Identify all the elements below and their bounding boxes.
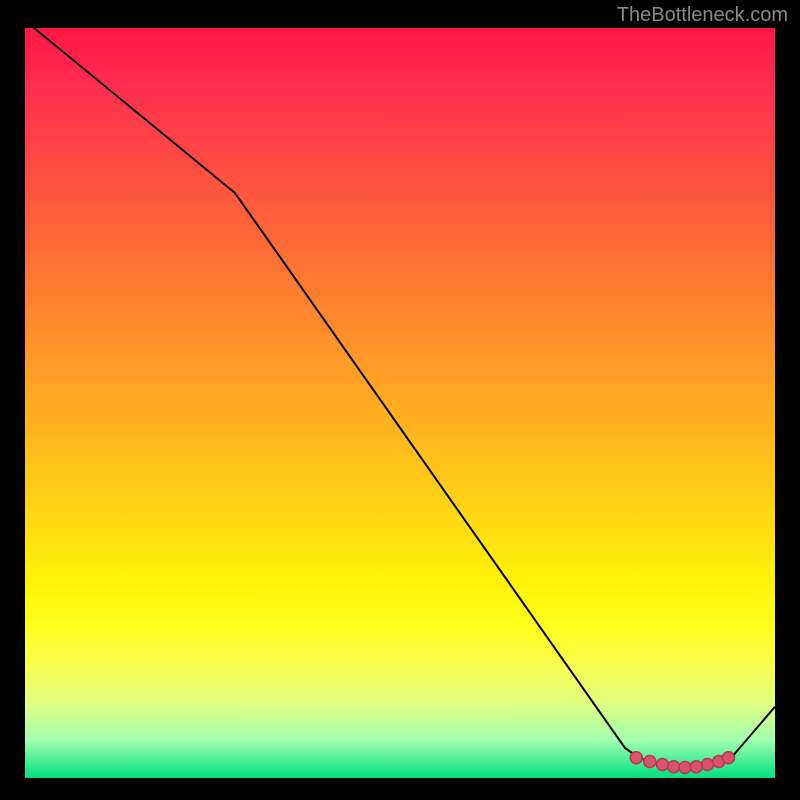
chart-container: TheBottleneck.com <box>0 0 800 800</box>
marker-dot <box>679 762 691 774</box>
marker-group <box>630 752 734 774</box>
marker-dot <box>644 756 656 768</box>
marker-dot <box>723 752 735 764</box>
plot-svg <box>25 28 775 778</box>
marker-dot <box>702 759 714 771</box>
marker-dot <box>668 761 680 773</box>
curve-line <box>25 28 775 767</box>
attribution-text: TheBottleneck.com <box>617 4 788 27</box>
marker-dot <box>690 761 702 773</box>
marker-dot <box>657 759 669 771</box>
marker-dot <box>630 752 642 764</box>
